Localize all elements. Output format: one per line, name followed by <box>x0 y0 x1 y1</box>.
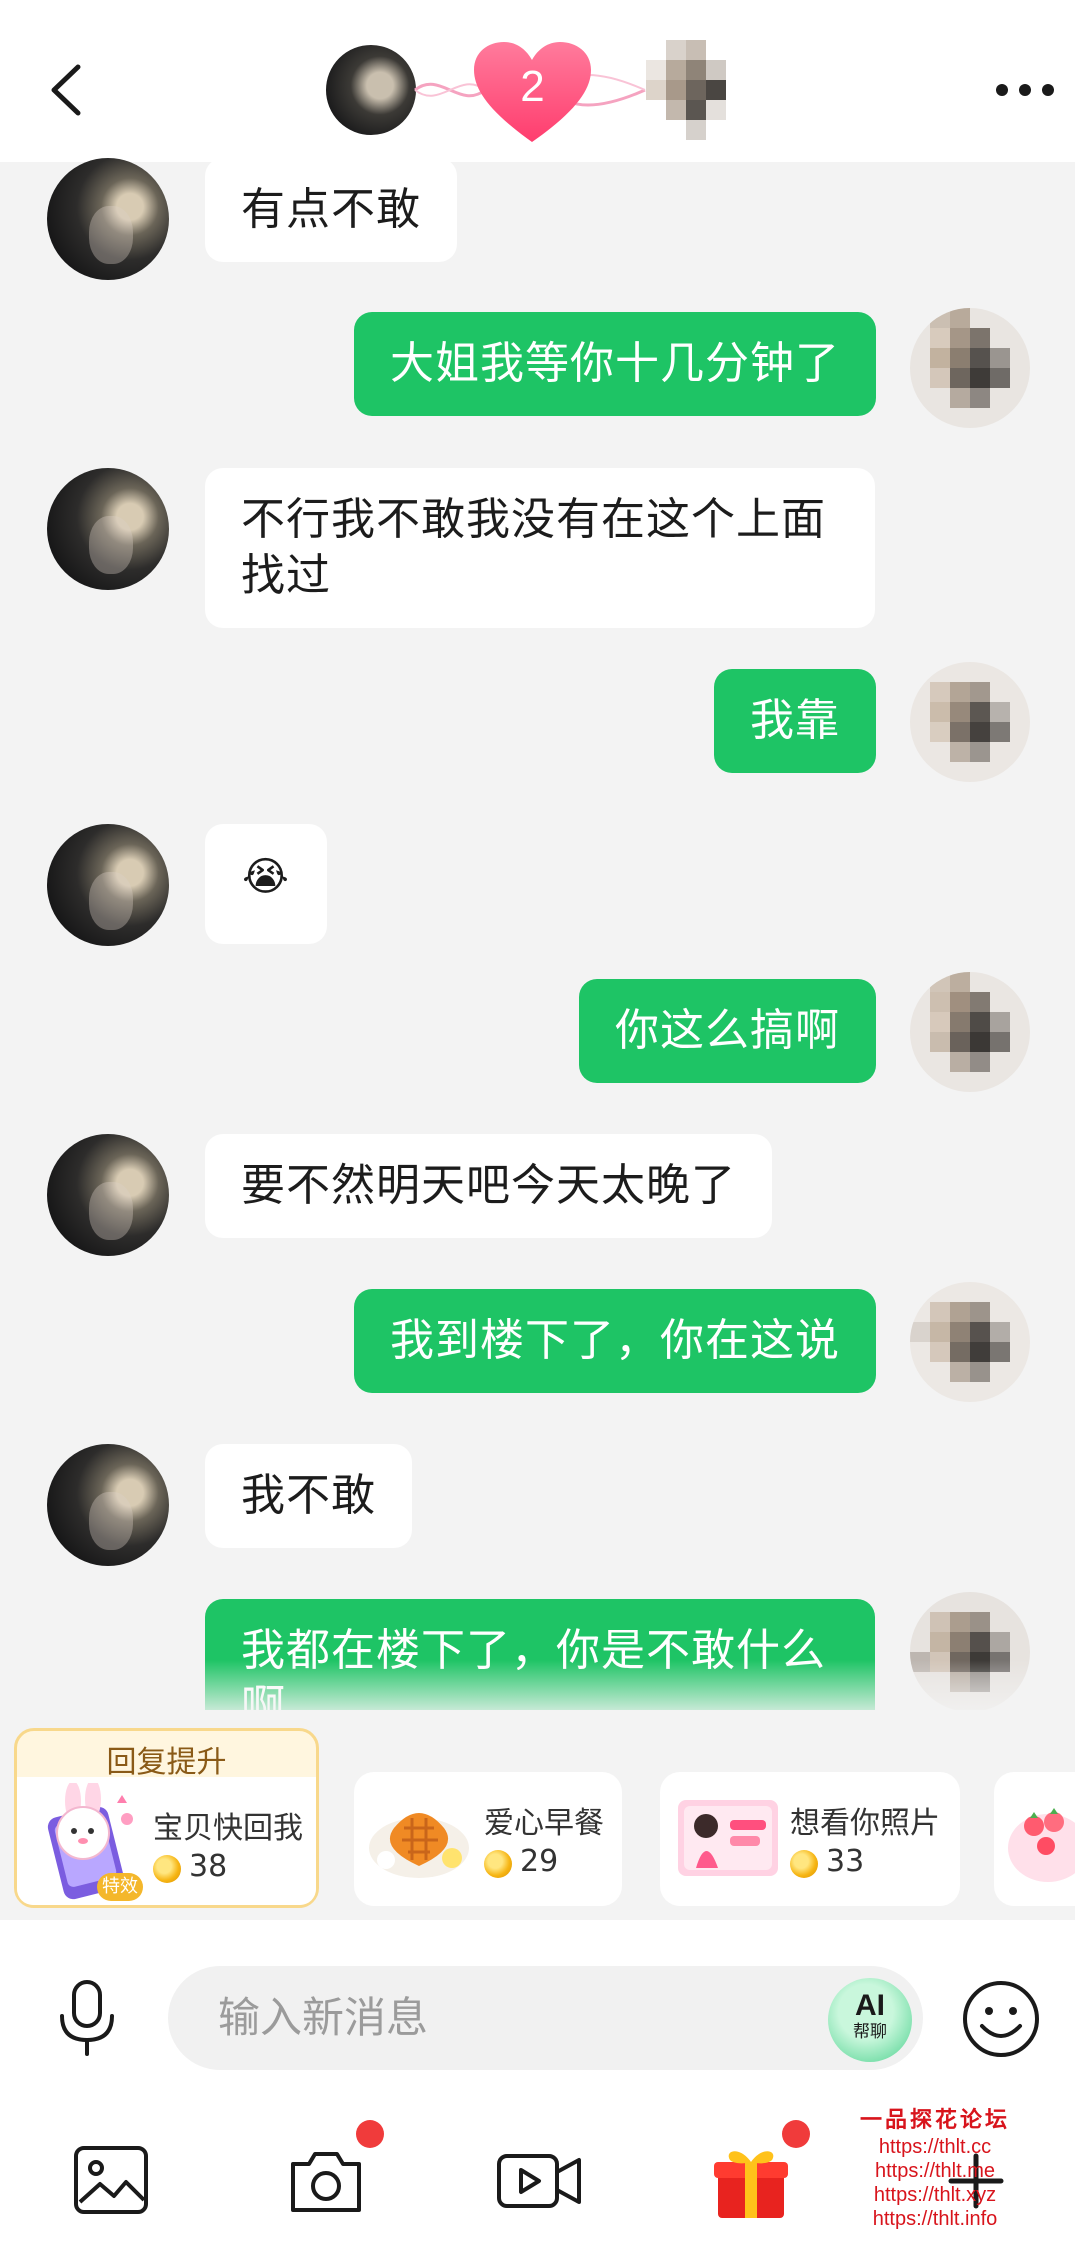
gift-icon <box>714 2151 788 2218</box>
coin-icon <box>153 1855 181 1883</box>
incoming-message-bubble[interactable]: 😭 <box>205 824 327 944</box>
strawberry-cake-icon <box>1008 1808 1075 1882</box>
smiley-icon <box>963 1981 1039 2057</box>
gift-notification-dot <box>782 2120 810 2148</box>
partner-message-avatar[interactable] <box>47 1444 169 1566</box>
input-placeholder: 输入新消息 <box>218 1994 429 2041</box>
partner-message-avatar[interactable] <box>47 1134 169 1256</box>
camera-button[interactable] <box>285 2140 367 2222</box>
intimacy-level: 2 <box>520 62 545 111</box>
quick-reply-price: 29 <box>520 1844 559 1879</box>
more-options-button[interactable] <box>990 70 1060 110</box>
quick-reply-card[interactable]: 想看你照片 33 <box>660 1772 960 1906</box>
quick-reply-title: 想看你照片 <box>790 1806 940 1841</box>
quick-reply-price: 33 <box>826 1844 865 1879</box>
incoming-message-bubble[interactable]: 我不敢 <box>205 1444 412 1548</box>
photo-card-icon <box>678 1800 778 1876</box>
ai-sublabel: 帮聊 <box>853 2022 887 2042</box>
outgoing-message-bubble[interactable]: 我到楼下了，你在这说 <box>354 1289 876 1393</box>
coin-icon <box>790 1850 818 1878</box>
coin-icon <box>484 1850 512 1878</box>
outgoing-message-bubble[interactable]: 你这么搞啊 <box>579 979 876 1083</box>
quick-reply-title: 宝贝快回我 <box>153 1811 303 1846</box>
message-text: 我不敢 <box>241 1470 376 1521</box>
video-icon <box>497 2154 581 2208</box>
quick-reply-card-partial[interactable] <box>994 1772 1075 1906</box>
incoming-message-bubble[interactable]: 有点不敢 <box>205 158 457 262</box>
message-text: 大姐我等你十几分钟了 <box>390 338 840 389</box>
pixelated-avatar-icon <box>646 40 746 140</box>
incoming-message-bubble[interactable]: 不行我不敢我没有在这个上面找过 <box>205 468 875 628</box>
quick-reply-title: 爱心早餐 <box>484 1806 604 1841</box>
message-text: 要不然明天吧今天太晚了 <box>241 1160 736 1211</box>
back-button[interactable] <box>40 55 100 125</box>
watermark-title: 一品探花论坛 <box>859 2107 1010 2132</box>
more-dots-icon <box>996 84 1054 96</box>
partner-message-avatar[interactable] <box>47 468 169 590</box>
message-text: 不行我不敢我没有在这个上面找过 <box>241 494 826 601</box>
message-input[interactable]: 输入新消息 <box>168 1966 923 2070</box>
my-message-avatar[interactable] <box>910 308 1030 428</box>
outgoing-message-bubble[interactable]: 我靠 <box>714 669 876 773</box>
ai-chat-assist-button[interactable]: AI 帮聊 <box>828 1978 912 2062</box>
quick-reply-card[interactable]: 爱心早餐 29 <box>354 1772 622 1906</box>
emoji-button[interactable] <box>960 1978 1042 2060</box>
chat-screen: 2 有点不敢 大姐我等你十几分钟了 不行我不敢我没有在这个上面找过 我靠 😭 你… <box>0 0 1075 2256</box>
pixelated-avatar-icon <box>910 972 1030 1092</box>
camera-icon <box>291 2152 361 2212</box>
message-text: 我到楼下了，你在这说 <box>390 1315 840 1366</box>
outgoing-message-bubble[interactable]: 大姐我等你十几分钟了 <box>354 312 876 416</box>
my-message-avatar[interactable] <box>910 662 1030 782</box>
my-message-avatar[interactable] <box>910 972 1030 1092</box>
microphone-icon <box>60 1980 114 2056</box>
quick-reply-header-label: 回复提升 <box>106 1745 227 1780</box>
image-icon <box>74 2146 148 2214</box>
chevron-left-icon <box>51 64 81 116</box>
my-avatar-header[interactable] <box>646 40 746 140</box>
partner-message-avatar[interactable] <box>47 824 169 946</box>
watermark-url: https://thlt.cc <box>878 2136 992 2158</box>
voice-input-button[interactable] <box>52 1978 122 2058</box>
quick-reply-price: 38 <box>189 1849 228 1884</box>
watermark-url: https://thlt.me <box>874 2160 996 2182</box>
message-text: 有点不敢 <box>241 184 421 235</box>
video-button[interactable] <box>495 2140 581 2222</box>
special-effect-badge: 特效 <box>97 1873 143 1901</box>
crying-emoji: 😭 <box>242 854 290 900</box>
chat-header: 2 <box>0 0 1075 162</box>
watermark-url: https://thlt.xyz <box>873 2184 997 2206</box>
pixelated-avatar-icon <box>910 1282 1030 1402</box>
gift-button[interactable] <box>710 2140 792 2222</box>
quick-reply-card-featured[interactable]: 回复提升 特效 宝贝快回我 38 <box>14 1728 319 1908</box>
incoming-message-bubble[interactable]: 要不然明天吧今天太晚了 <box>205 1134 772 1238</box>
waffle-breakfast-icon <box>369 1813 469 1878</box>
message-text: 我靠 <box>750 695 840 746</box>
pixelated-avatar-icon <box>910 308 1030 428</box>
send-image-button[interactable] <box>70 2140 152 2222</box>
my-message-avatar[interactable] <box>910 1282 1030 1402</box>
pixelated-avatar-icon <box>910 662 1030 782</box>
partner-avatar[interactable] <box>323 42 419 138</box>
message-text: 你这么搞啊 <box>615 1005 840 1056</box>
ai-label: AI <box>855 1989 885 2022</box>
camera-notification-dot <box>356 2120 384 2148</box>
forum-watermark: 一品探花论坛 https://thlt.cc https://thlt.me h… <box>850 2105 1020 2231</box>
watermark-url: https://thlt.info <box>872 2208 998 2230</box>
partner-message-avatar[interactable] <box>47 158 169 280</box>
